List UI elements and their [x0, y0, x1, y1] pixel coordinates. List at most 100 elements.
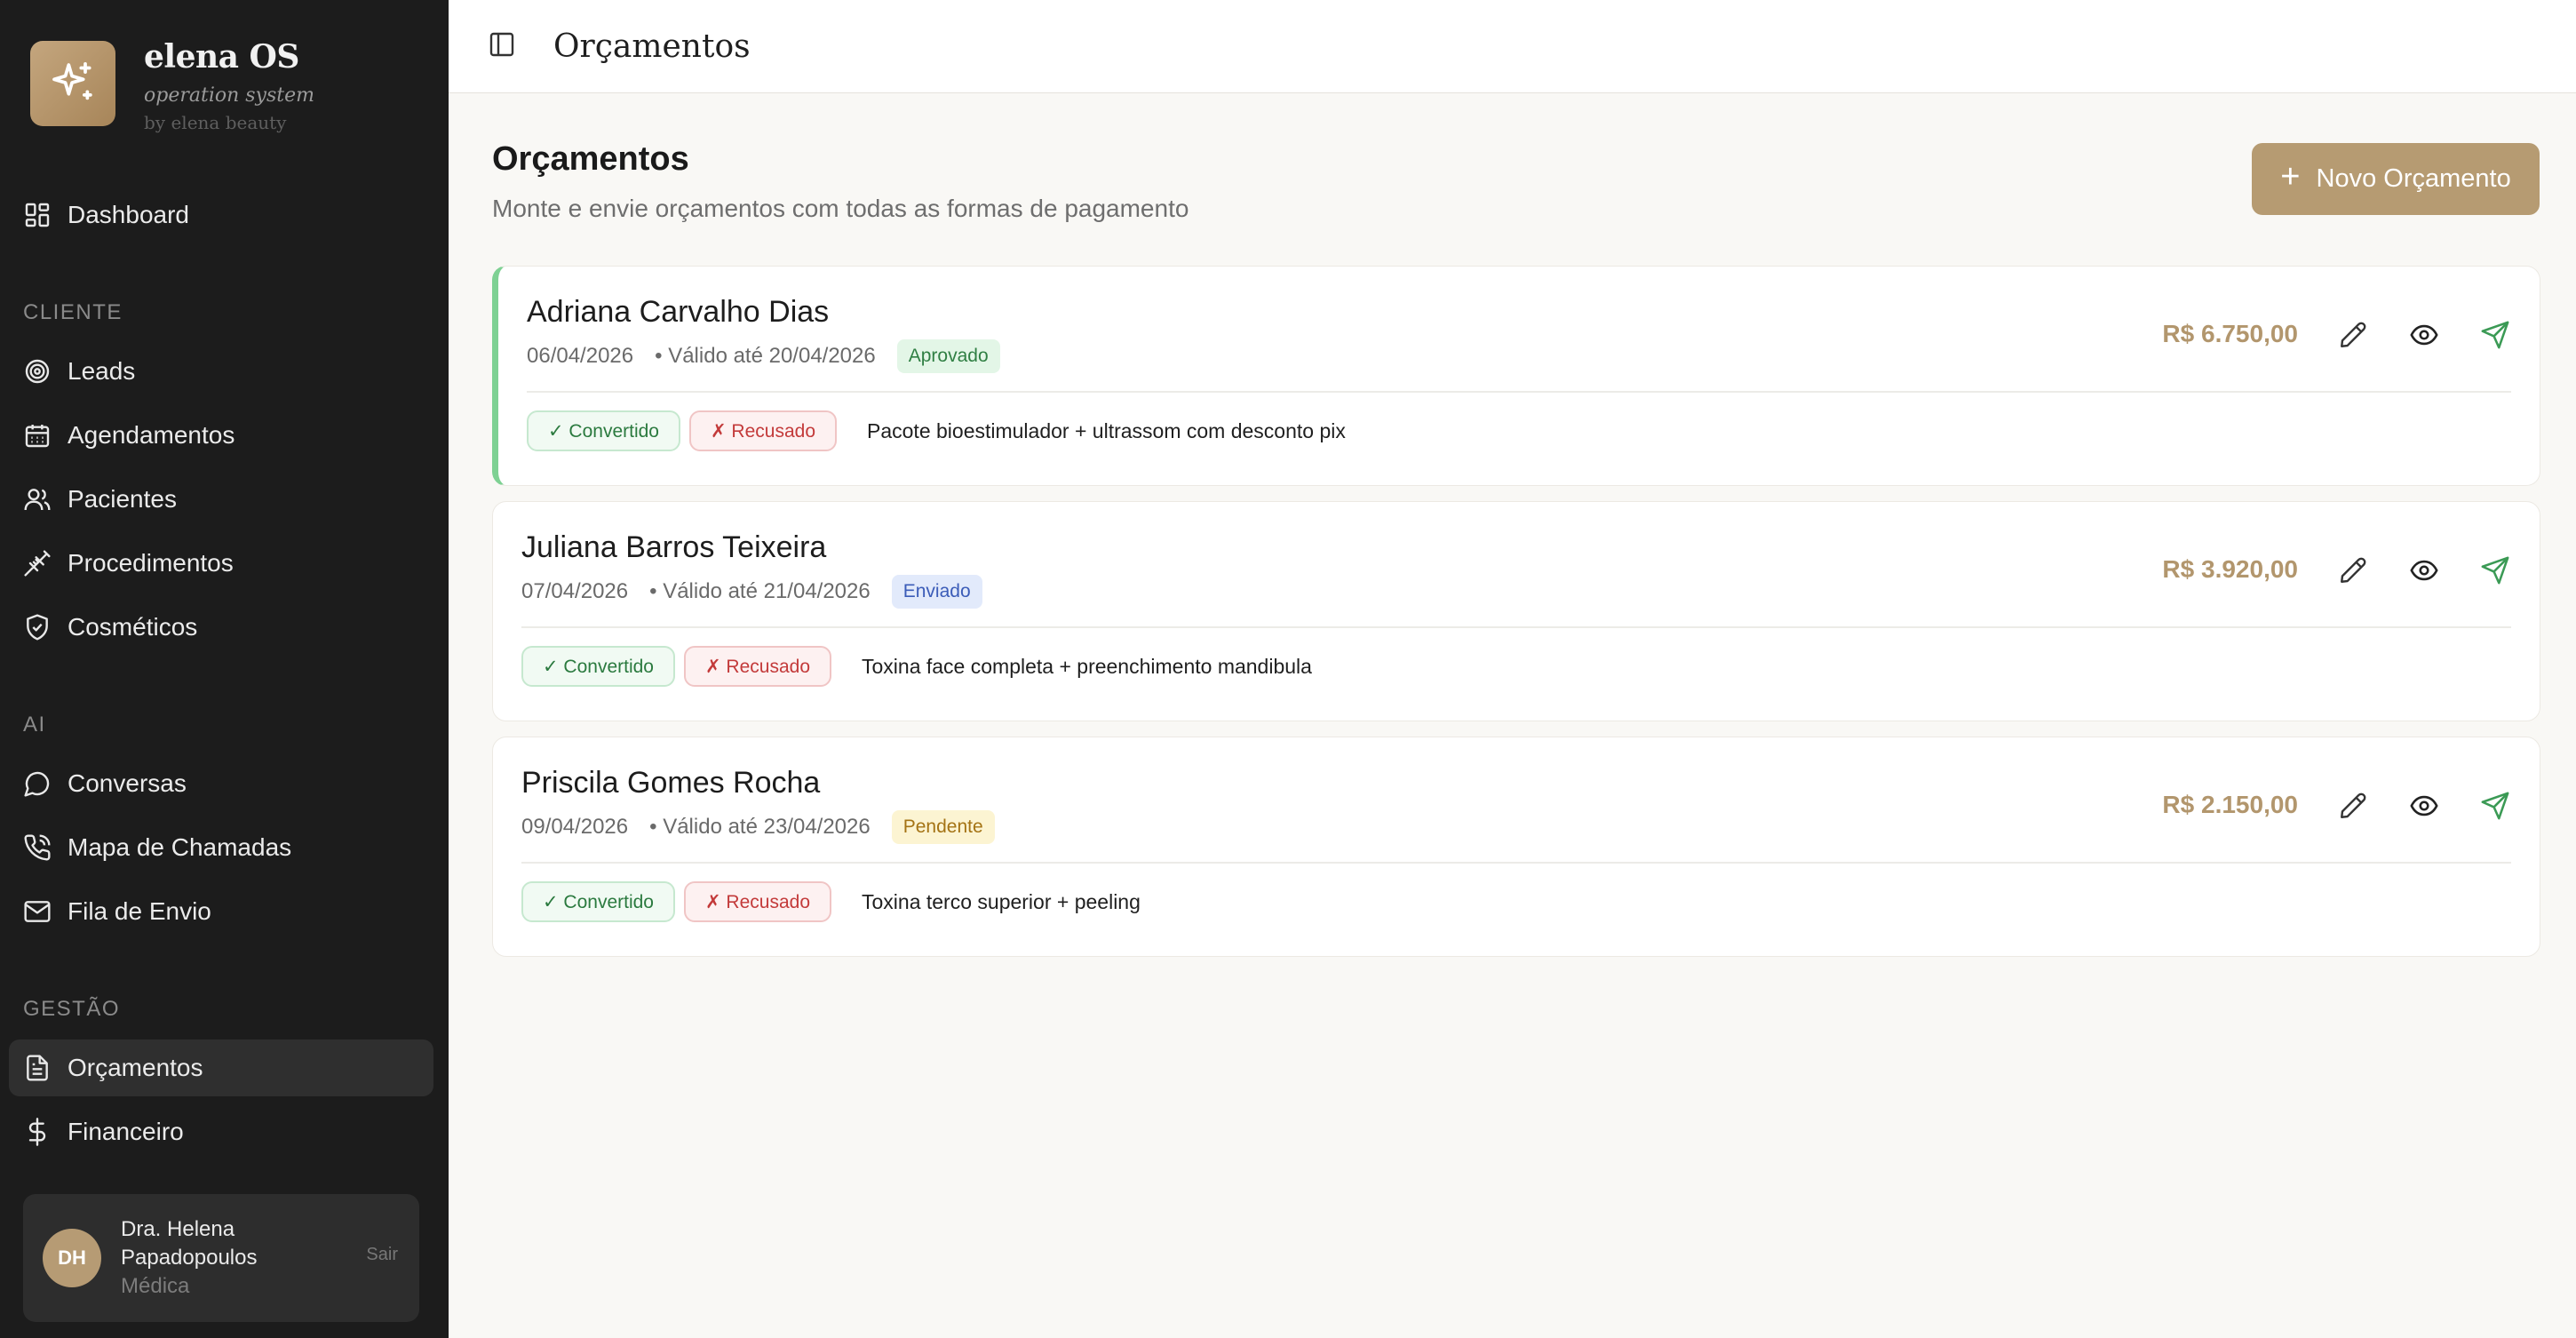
- mark-refused-button[interactable]: ✗ Recusado: [689, 410, 837, 451]
- edit-button[interactable]: [2334, 551, 2373, 590]
- new-quote-button[interactable]: + Novo Orçamento: [2252, 143, 2540, 215]
- sidebar-item-label: Agendamentos: [68, 421, 235, 449]
- sidebar-item-label: Procedimentos: [68, 549, 234, 577]
- quote-date: 07/04/2026: [521, 579, 629, 603]
- sidebar-item-fila-de-envio[interactable]: Fila de Envio: [9, 883, 433, 940]
- section-label-cliente: CLIENTE: [23, 300, 123, 324]
- user-card: DH Dra. Helena Papadopoulos Médica Sair: [23, 1194, 419, 1322]
- mark-refused-button[interactable]: ✗ Recusado: [684, 881, 831, 922]
- main-content: Orçamentos Orçamentos Monte e envie orça…: [449, 0, 2576, 1338]
- quote-actions: ✓ Convertido ✗ Recusado Toxina terco sup…: [521, 881, 1141, 922]
- status-badge: Enviado: [891, 575, 982, 609]
- quote-card[interactable]: Priscila Gomes Rocha 09/04/2026 • Válido…: [492, 737, 2540, 957]
- quote-description: Toxina face completa + preenchimento man…: [862, 654, 1312, 678]
- phone-call-icon: [24, 834, 51, 861]
- eye-icon: [2410, 324, 2438, 346]
- users-icon: [24, 489, 51, 511]
- file-text-icon: [27, 1055, 48, 1081]
- sidebar-item-financeiro[interactable]: Financeiro: [9, 1103, 433, 1160]
- client-name: Priscila Gomes Rocha: [521, 766, 821, 800]
- edit-button[interactable]: [2334, 786, 2373, 825]
- quote-valid-until: • Válido até 23/04/2026: [649, 815, 871, 839]
- sidebar-item-label: Cosméticos: [68, 613, 198, 641]
- view-button[interactable]: [2405, 551, 2444, 590]
- mail-icon: [24, 901, 51, 922]
- send-icon: [2481, 792, 2509, 820]
- sidebar-item-orcamentos[interactable]: Orçamentos: [9, 1039, 433, 1096]
- calendar-icon: [25, 425, 50, 448]
- send-icon: [2481, 321, 2509, 349]
- sidebar-item-conversas[interactable]: Conversas: [9, 755, 433, 812]
- quote-price: R$ 2.150,00: [2162, 791, 2298, 818]
- eye-icon: [2410, 795, 2438, 816]
- sidebar-item-label: Mapa de Chamadas: [68, 833, 292, 861]
- brand-name: elena OS: [144, 38, 299, 76]
- sidebar-item-label: Orçamentos: [68, 1054, 203, 1081]
- sidebar-item-dashboard[interactable]: Dashboard: [9, 187, 433, 243]
- brand-by: by elena beauty: [144, 112, 287, 133]
- mark-converted-button[interactable]: ✓ Convertido: [521, 646, 675, 687]
- quote-date: 09/04/2026: [521, 815, 629, 839]
- sidebar-item-label: Pacientes: [68, 485, 177, 513]
- pencil-icon: [2341, 557, 2366, 583]
- quote-description: Toxina terco superior + peeling: [862, 889, 1141, 913]
- pencil-icon: [2341, 322, 2366, 347]
- card-divider: [521, 862, 2511, 864]
- sidebar-item-procedimentos[interactable]: Procedimentos: [9, 535, 433, 592]
- eye-icon: [2410, 560, 2438, 581]
- sparkles-icon: [30, 41, 115, 126]
- pencil-icon: [2341, 792, 2366, 818]
- mark-converted-button[interactable]: ✓ Convertido: [527, 410, 680, 451]
- sidebar-item-label: Conversas: [68, 769, 187, 797]
- brand: elena OS operation system by elena beaut…: [30, 38, 314, 133]
- client-name: Adriana Carvalho Dias: [527, 295, 830, 329]
- logout-button[interactable]: Sair: [366, 1245, 398, 1265]
- status-badge: Pendente: [891, 810, 995, 844]
- sidebar-item-cosmeticos[interactable]: Cosméticos: [9, 599, 433, 656]
- quote-date: 06/04/2026: [527, 344, 634, 368]
- sidebar-item-label: Dashboard: [68, 201, 189, 228]
- mark-converted-button[interactable]: ✓ Convertido: [521, 881, 675, 922]
- sidebar-item-label: Leads: [68, 357, 136, 385]
- edit-button[interactable]: [2334, 315, 2373, 354]
- card-divider: [521, 626, 2511, 628]
- sidebar-item-label: Financeiro: [68, 1118, 184, 1145]
- user-name: Dra. Helena Papadopoulos: [121, 1217, 258, 1270]
- brand-subtitle: operation system: [144, 84, 314, 107]
- section-label-ai: AI: [23, 713, 46, 737]
- sidebar-item-agendamentos[interactable]: Agendamentos: [9, 407, 433, 464]
- shield-check-icon: [27, 614, 48, 641]
- quote-price: R$ 3.920,00: [2162, 555, 2298, 583]
- user-role: Médica: [121, 1274, 190, 1298]
- message-circle-icon: [24, 771, 50, 797]
- topbar: Orçamentos: [449, 0, 2576, 93]
- dashboard-icon: [25, 203, 50, 227]
- avatar: DH: [43, 1229, 101, 1287]
- page-header: Orçamentos Monte e envie orçamentos com …: [492, 140, 1189, 223]
- quote-meta: 07/04/2026 • Válido até 21/04/2026 Envia…: [521, 575, 982, 609]
- page-title: Orçamentos: [492, 140, 689, 178]
- quote-card[interactable]: Juliana Barros Teixeira 07/04/2026 • Vál…: [492, 501, 2540, 721]
- quote-valid-until: • Válido até 21/04/2026: [649, 579, 871, 603]
- sidebar-item-leads[interactable]: Leads: [9, 343, 433, 400]
- sidebar-toggle-icon[interactable]: [488, 30, 516, 63]
- view-button[interactable]: [2405, 786, 2444, 825]
- quote-meta: 09/04/2026 • Válido até 23/04/2026 Pende…: [521, 810, 995, 844]
- status-badge: Aprovado: [896, 339, 1000, 373]
- section-label-gestao: GESTÃO: [23, 997, 121, 1021]
- quote-description: Pacote bioestimulador + ultrassom com de…: [867, 418, 1346, 442]
- card-divider: [527, 391, 2511, 393]
- sidebar-item-pacientes[interactable]: Pacientes: [9, 471, 433, 528]
- plus-icon: +: [2280, 158, 2301, 195]
- topbar-title: Orçamentos: [553, 28, 751, 65]
- send-button[interactable]: [2476, 786, 2515, 825]
- target-icon: [25, 359, 50, 384]
- sidebar-item-mapa-de-chamadas[interactable]: Mapa de Chamadas: [9, 819, 433, 876]
- client-name: Juliana Barros Teixeira: [521, 530, 827, 564]
- send-button[interactable]: [2476, 551, 2515, 590]
- send-button[interactable]: [2476, 315, 2515, 354]
- view-button[interactable]: [2405, 315, 2444, 354]
- mark-refused-button[interactable]: ✗ Recusado: [684, 646, 831, 687]
- quote-actions: ✓ Convertido ✗ Recusado Pacote bioestimu…: [527, 410, 1346, 451]
- quote-card[interactable]: Adriana Carvalho Dias 06/04/2026 • Válid…: [492, 266, 2540, 486]
